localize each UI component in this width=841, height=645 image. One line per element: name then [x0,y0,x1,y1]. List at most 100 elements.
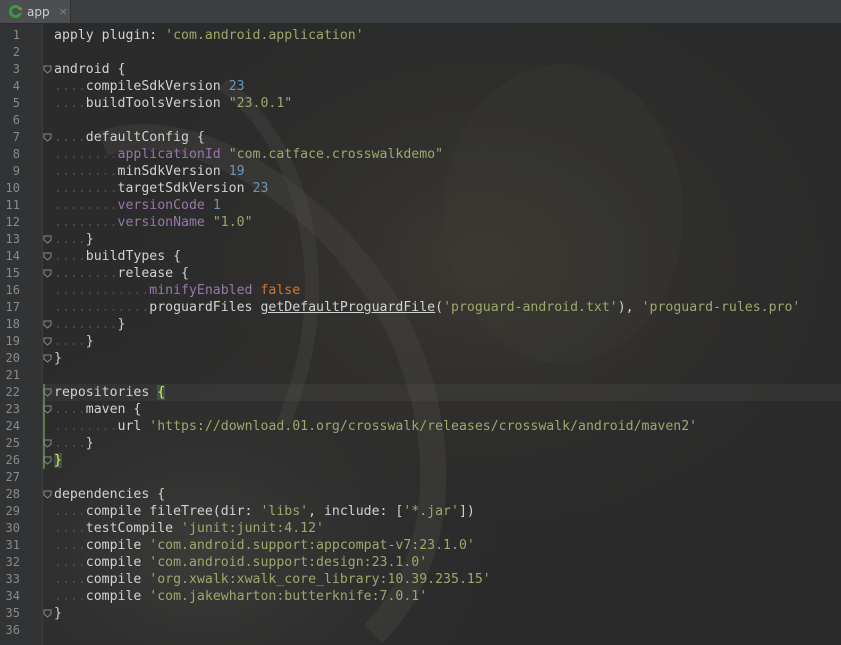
code-token: .... [54,555,86,570]
fold-marker-icon[interactable] [43,320,52,329]
code-line[interactable]: ........versionName "1.0" [54,214,253,231]
code-line[interactable]: android { [54,61,125,78]
fold-marker-icon[interactable] [43,337,52,346]
code-token: .... [54,589,86,604]
line-number: 29 [5,504,20,518]
code-line[interactable]: ....buildTypes { [54,248,181,265]
code-token: minSdkVersion [117,164,229,179]
code-token: maven { [85,402,142,417]
code-token: 'com.android.support:appcompat-v7:23.1.0… [149,538,475,553]
code-token: ........ [54,164,118,179]
code-line[interactable]: ............proguardFiles getDefaultProg… [54,299,800,316]
code-line[interactable]: ....defaultConfig { [54,129,205,146]
code-token: 23 [252,181,269,196]
code-token: compile [85,589,150,604]
code-token: .... [54,130,86,145]
fold-marker-icon[interactable] [43,65,52,74]
code-line[interactable]: ....compile 'com.jakewharton:butterknife… [54,588,427,605]
code-token: .... [54,79,86,94]
code-line[interactable]: ........versionCode 1 [54,197,221,214]
fold-marker-icon[interactable] [43,439,52,448]
code-token: 'com.android.support:design:23.1.0' [149,555,428,570]
code-line[interactable]: repositories { [54,384,166,401]
tab-label: app [27,4,50,19]
line-number: 28 [5,487,20,501]
fold-marker-icon[interactable] [43,269,52,278]
code-token: .... [54,402,86,417]
code-token: "1.0" [212,215,253,230]
line-number: 11 [5,198,20,212]
gutter-separator [42,24,43,645]
line-number: 18 [5,317,20,331]
line-number: 10 [5,181,20,195]
fold-marker-icon[interactable] [43,490,52,499]
code-token: 'proguard-rules.pro' [641,300,801,315]
code-token: dependencies { [54,487,166,502]
tab-close-icon[interactable]: × [59,5,68,18]
code-line[interactable]: ....} [54,231,94,248]
code-token: getDefaultProguardFile [260,300,436,315]
fold-marker-icon[interactable] [43,405,52,414]
code-line[interactable]: apply plugin: 'com.android.application' [54,27,364,44]
code-token: ........ [54,198,118,213]
code-line[interactable]: ....} [54,333,94,350]
code-line[interactable]: } [54,452,62,469]
fold-marker-icon[interactable] [43,609,52,618]
line-number: 13 [5,232,20,246]
fold-marker-icon[interactable] [43,235,52,244]
tab-app[interactable]: app × [0,0,71,23]
code-line[interactable]: ....buildToolsVersion "23.0.1" [54,95,292,112]
code-token: ]) [458,504,475,519]
fold-marker-icon[interactable] [43,456,52,465]
line-number-gutter[interactable]: 1 2 3 4 5 6 7 8 9 10 11 12 13 14 15 16 17 18 19 20 21 22 23 24 2… [0,24,42,645]
gradle-module-icon [8,4,23,19]
code-line[interactable]: } [54,350,62,367]
line-number: 26 [5,453,20,467]
code-line[interactable]: ........release { [54,265,189,282]
code-line[interactable]: ........minSdkVersion 19 [54,163,245,180]
code-token: url [117,419,150,434]
code-line[interactable]: ....compile 'com.android.support:appcomp… [54,537,475,554]
code-token: 19 [228,164,245,179]
line-number: 9 [12,164,20,178]
code-line[interactable]: ........} [54,316,125,333]
code-line[interactable]: ....testCompile 'junit:junit:4.12' [54,520,324,537]
fold-marker-icon[interactable] [43,388,52,397]
code-line[interactable]: ....} [54,435,94,452]
fold-marker-icon[interactable] [43,133,52,142]
code-token: versionName [117,215,213,230]
fold-marker-icon[interactable] [43,252,52,261]
code-token: .... [54,572,86,587]
code-token: 'https://download.01.org/crosswalk/relea… [149,419,698,434]
code-line[interactable]: ....compile fileTree(dir: 'libs', includ… [54,503,475,520]
fold-marker-icon[interactable] [43,354,52,363]
code-line[interactable]: dependencies { [54,486,165,503]
code-line[interactable]: ....compileSdkVersion 23 [54,78,245,95]
line-number: 14 [5,249,20,263]
code-token: ........ [54,266,118,281]
code-token: 23 [228,79,245,94]
code-token: testCompile [85,521,182,536]
code-token: ............ [54,300,150,315]
code-line[interactable]: ....maven { [54,401,141,418]
code-token: } [54,606,62,621]
line-number: 20 [5,351,20,365]
code-line[interactable]: ....compile 'org.xwalk:xwalk_core_librar… [54,571,491,588]
code-token: compile [85,538,150,553]
line-number: 34 [5,589,20,603]
code-token: ........ [54,181,118,196]
line-number: 21 [5,368,20,382]
code-token: .... [54,249,86,264]
code-line[interactable]: ........targetSdkVersion 23 [54,180,268,197]
code-token: 'com.android.application' [165,28,364,43]
code-line[interactable]: ............minifyEnabled false [54,282,300,299]
line-number: 3 [12,62,20,76]
code-token: "com.catface.crosswalkdemo" [228,147,444,162]
code-token: .... [54,232,86,247]
code-line[interactable]: } [54,605,62,622]
line-number: 33 [5,572,20,586]
code-line[interactable]: ....compile 'com.android.support:design:… [54,554,427,571]
code-line[interactable]: ........url 'https://download.01.org/cro… [54,418,697,435]
code-line[interactable]: ........applicationId "com.catface.cross… [54,146,443,163]
line-number: 8 [12,147,20,161]
